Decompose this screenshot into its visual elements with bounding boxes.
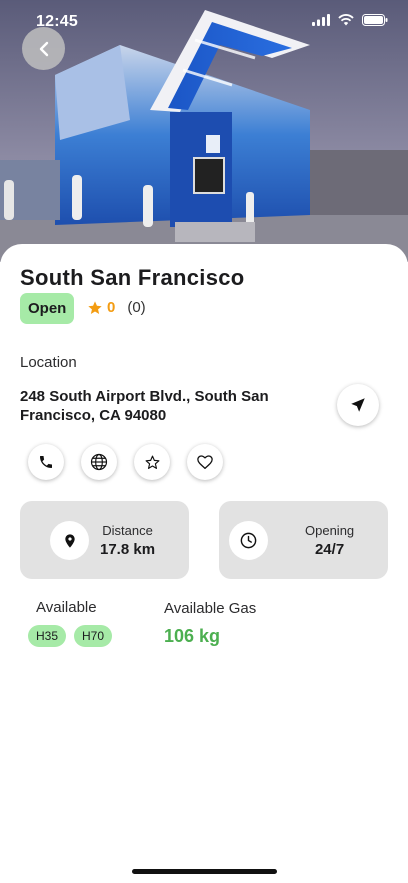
battery-icon: [362, 14, 388, 26]
call-button[interactable]: [28, 444, 64, 480]
available-gas-label: Available Gas: [164, 600, 257, 617]
globe-icon: [90, 453, 108, 471]
station-detail-sheet: South San Francisco Open 0 (0) Location …: [0, 244, 408, 883]
chevron-left-icon: [39, 41, 48, 56]
home-indicator: [132, 869, 277, 874]
website-button[interactable]: [81, 444, 117, 480]
distance-text: Distance 17.8 km: [100, 523, 155, 558]
opening-icon-circle: [229, 521, 268, 560]
navigate-button[interactable]: [337, 384, 379, 426]
signal-icon: [312, 14, 330, 26]
distance-icon-circle: [50, 521, 89, 560]
tag-h70: H70: [74, 625, 113, 647]
heart-outline-icon: [197, 455, 213, 470]
action-row: [28, 444, 223, 480]
status-icons: [312, 14, 388, 26]
phone-icon: [40, 456, 52, 468]
navigation-arrow-icon: [351, 398, 365, 412]
favorite-button[interactable]: [187, 444, 223, 480]
opening-value: 24/7: [314, 541, 345, 558]
rate-button[interactable]: [134, 444, 170, 480]
review-count: (0): [127, 299, 146, 316]
rating-value: 0: [107, 299, 116, 316]
available-label: Available: [36, 599, 97, 616]
clock-icon: [240, 532, 257, 549]
address: 248 South Airport Blvd., South San Franc…: [20, 388, 269, 424]
location-pin-icon: [64, 533, 75, 548]
distance-label: Distance: [102, 523, 153, 538]
opening-text: Opening 24/7: [305, 523, 354, 558]
opening-card: Opening 24/7: [219, 501, 388, 579]
opening-label: Opening: [305, 523, 355, 538]
distance-value: 17.8 km: [100, 541, 156, 558]
star-outline-icon: [145, 455, 159, 469]
location-label: Location: [20, 354, 77, 371]
station-name: South San Francisco: [20, 265, 245, 290]
distance-card: Distance 17.8 km: [20, 501, 189, 579]
back-button[interactable]: [22, 27, 65, 70]
pressure-tags: H35 H70: [28, 625, 113, 647]
tag-h35: H35: [28, 625, 67, 647]
status-badge: Open: [20, 293, 75, 324]
available-gas-value: 106 kg: [164, 626, 221, 646]
star-icon: [88, 300, 102, 314]
rating: 0 (0): [87, 299, 146, 316]
wifi-icon: [338, 14, 354, 26]
